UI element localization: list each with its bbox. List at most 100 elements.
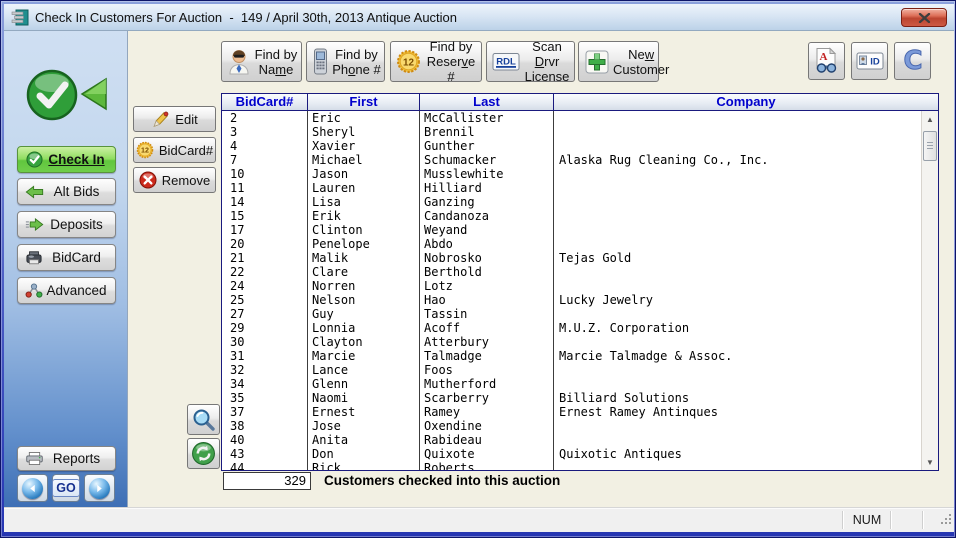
search-grid-button[interactable] — [187, 404, 220, 435]
remove-button[interactable]: Remove — [133, 167, 216, 193]
cell-company: Billiard Solutions — [554, 391, 921, 405]
resize-grip[interactable] — [940, 512, 952, 530]
table-row[interactable]: 14LisaGanzing — [222, 195, 921, 209]
table-row[interactable]: 44RickRoberts — [222, 461, 921, 470]
table-row[interactable]: 22ClareBerthold — [222, 265, 921, 279]
button-label-line1: New — [628, 47, 654, 62]
cell-bidcard: 30 — [222, 335, 308, 349]
sidebar-item-deposits[interactable]: Deposits — [17, 211, 116, 238]
svg-text:ID: ID — [870, 57, 880, 68]
cell-last: Schumacker — [420, 153, 554, 167]
cell-bidcard: 40 — [222, 433, 308, 447]
cell-company — [554, 139, 921, 153]
cell-company — [554, 125, 921, 139]
find-by-reserve-button[interactable]: 12 Find by Reserve # — [390, 41, 482, 82]
scroll-up-button[interactable]: ▲ — [922, 111, 938, 127]
cell-bidcard: 2 — [222, 111, 308, 125]
table-row[interactable]: 11LaurenHilliard — [222, 181, 921, 195]
cell-bidcard: 22 — [222, 265, 308, 279]
column-header-first: First — [308, 94, 420, 110]
cell-first: Sheryl — [308, 125, 420, 139]
cell-first: Marcie — [308, 349, 420, 363]
table-row[interactable]: 24NorrenLotz — [222, 279, 921, 293]
find-in-document-button[interactable]: A — [808, 42, 845, 80]
table-row[interactable]: 34GlennMutherford — [222, 377, 921, 391]
table-row[interactable]: 29LonniaAcoffM.U.Z. Corporation — [222, 321, 921, 335]
scan-id-button[interactable]: ID — [851, 42, 888, 80]
find-by-phone-button[interactable]: Find by Phone # — [306, 41, 385, 82]
cell-first: Glenn — [308, 377, 420, 391]
cell-first: Naomi — [308, 391, 420, 405]
table-row[interactable]: 32LanceFoos — [222, 363, 921, 377]
cell-last: Hao — [420, 293, 554, 307]
scroll-down-button[interactable]: ▼ — [922, 454, 938, 470]
cell-bidcard: 34 — [222, 377, 308, 391]
cell-first: Clayton — [308, 335, 420, 349]
table-row[interactable]: 25NelsonHaoLucky Jewelry — [222, 293, 921, 307]
button-label-line1: Scan Drvr — [532, 39, 562, 69]
scrollbar-thumb[interactable] — [923, 131, 937, 161]
new-customer-button[interactable]: New Customer — [578, 41, 659, 82]
table-row[interactable]: 31MarcieTalmadgeMarcie Talmadge & Assoc. — [222, 349, 921, 363]
refresh-grid-button[interactable] — [187, 438, 220, 469]
cell-last: Berthold — [420, 265, 554, 279]
client-area: Check In Alt Bids — [4, 31, 954, 507]
document-search-icon: A — [813, 47, 840, 75]
vertical-scrollbar[interactable]: ▲ ▼ — [921, 111, 938, 470]
edit-button[interactable]: Edit — [133, 106, 216, 132]
sidebar-item-bidcard[interactable]: BidCard — [17, 244, 116, 271]
cell-first: Lisa — [308, 195, 420, 209]
table-row[interactable]: 3SherylBrennil — [222, 125, 921, 139]
reports-button[interactable]: Reports — [17, 446, 116, 471]
nav-forward-button[interactable] — [84, 474, 115, 502]
table-row[interactable]: 38JoseOxendine — [222, 419, 921, 433]
check-icon — [24, 151, 44, 168]
cell-first: Xavier — [308, 139, 420, 153]
table-row[interactable]: 35NaomiScarberryBilliard Solutions — [222, 391, 921, 405]
cell-bidcard: 31 — [222, 349, 308, 363]
cell-company: Tejas Gold — [554, 251, 921, 265]
green-plus-icon — [584, 49, 610, 75]
cell-first: Nelson — [308, 293, 420, 307]
scan-license-button[interactable]: RDL Scan Drvr License — [486, 41, 575, 82]
table-row[interactable]: 43DonQuixoteQuixotic Antiques — [222, 447, 921, 461]
sidebar-item-check-in[interactable]: Check In — [17, 146, 116, 173]
cell-first: Rick — [308, 461, 420, 470]
table-row[interactable]: 10JasonMusslewhite — [222, 167, 921, 181]
sidebar-item-label: Check In — [44, 152, 115, 167]
table-row[interactable]: 20PenelopeAbdo — [222, 237, 921, 251]
back-arrow-icon — [22, 478, 43, 499]
find-by-name-button[interactable]: Find by Name — [221, 41, 302, 82]
cell-bidcard: 21 — [222, 251, 308, 265]
c-button[interactable]: C — [894, 42, 931, 80]
table-row[interactable]: 30ClaytonAtterbury — [222, 335, 921, 349]
table-row[interactable]: 15ErikCandanoza — [222, 209, 921, 223]
cell-company — [554, 419, 921, 433]
refresh-icon — [191, 441, 216, 466]
table-row[interactable]: 37ErnestRameyErnest Ramey Antinques — [222, 405, 921, 419]
close-button[interactable] — [901, 8, 947, 27]
table-row[interactable]: 4XavierGunther — [222, 139, 921, 153]
table-row[interactable]: 17ClintonWeyand — [222, 223, 921, 237]
cell-last: Ramey — [420, 405, 554, 419]
table-row[interactable]: 2EricMcCallister — [222, 111, 921, 125]
cell-company: Marcie Talmadge & Assoc. — [554, 349, 921, 363]
sidebar-item-advanced[interactable]: Advanced — [17, 277, 116, 304]
table-row[interactable]: 21MalikNobroskoTejas Gold — [222, 251, 921, 265]
bidcard-number-button[interactable]: 12 BidCard# — [133, 137, 216, 163]
cell-last: Quixote — [420, 447, 554, 461]
go-button[interactable]: GO — [52, 474, 80, 502]
left-arrow-icon — [24, 185, 44, 199]
sidebar-item-alt-bids[interactable]: Alt Bids — [17, 178, 116, 205]
table-row[interactable]: 40AnitaRabideau — [222, 433, 921, 447]
cell-company — [554, 335, 921, 349]
table-row[interactable]: 27GuyTassin — [222, 307, 921, 321]
green-arrow-icon — [80, 77, 108, 116]
cell-first: Penelope — [308, 237, 420, 251]
nav-back-button[interactable] — [17, 474, 48, 502]
title-bar[interactable]: Check In Customers For Auction - 149 / A… — [4, 4, 954, 31]
cell-last: Rabideau — [420, 433, 554, 447]
cell-last: Acoff — [420, 321, 554, 335]
cell-company: Alaska Rug Cleaning Co., Inc. — [554, 153, 921, 167]
table-row[interactable]: 7MichaelSchumackerAlaska Rug Cleaning Co… — [222, 153, 921, 167]
